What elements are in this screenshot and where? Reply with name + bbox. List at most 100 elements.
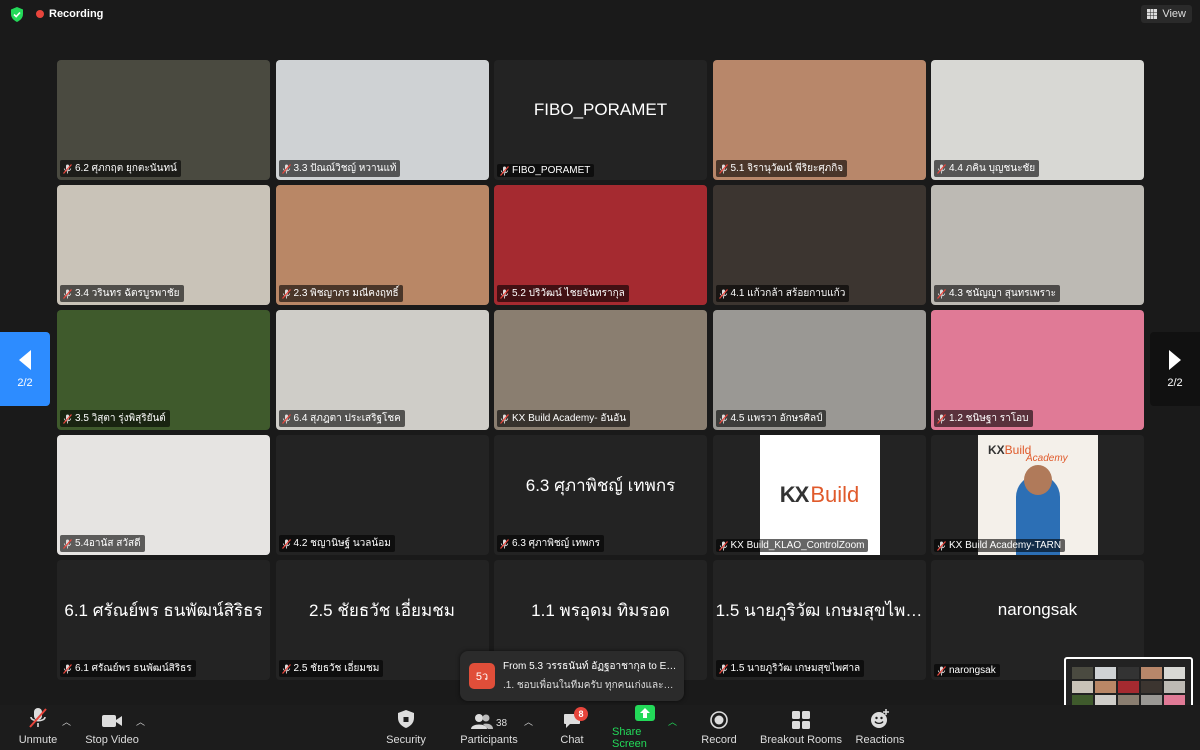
participant-tile[interactable]: FIBO_PORAMET FIBO_PORAMET [494,60,707,180]
muted-mic-icon [500,413,509,424]
audio-options-caret-icon[interactable]: ︿ [62,715,71,728]
participant-name-label: 4.1 แก้วกล้า สร้อยกาบแก้ว [730,288,846,299]
participant-name-label: 1.5 นายภูริวัฒ เกษมสุขไพศาล [730,663,861,674]
muted-mic-icon [500,165,509,176]
muted-mic-icon [718,540,728,551]
grid-view-icon [1147,9,1158,19]
participants-options-caret-icon[interactable]: ︿ [524,715,533,728]
participant-name-label: 5.4อานัส สวัสดี [75,538,141,549]
participant-tile[interactable]: KX Build KX Build_KLAO_ControlZoom [712,435,926,555]
muted-mic-icon [63,663,72,674]
participant-tile[interactable]: 4.4 ภคิน บุญชนะชัย [931,60,1144,180]
participant-tile[interactable]: 4.1 แก้วกล้า สร้อยกาบแก้ว [712,185,926,305]
participant-tile[interactable]: 5.4อานัส สวัสดี [57,435,270,555]
chat-notification-popup[interactable]: 5ว From 5.3 วรรธนันท์ อัฏฐอาชากุล to Ev.… [460,651,684,701]
recording-label: Recording [49,8,104,20]
muted-mic-icon [63,413,72,424]
prev-page-button[interactable]: 2/2 [0,332,50,406]
participant-tile[interactable]: 5.1 จิรานุวัฒน์ พีริยะศุภกิจ [712,60,926,180]
chat-button[interactable]: 8 Chat [556,705,588,750]
participant-name-label: 4.3 ชนัญญา สุนทรเพราะ [949,288,1057,299]
participant-tile[interactable]: KXBuild Academy KX Build Academy-TARN [931,435,1144,555]
participant-name-label: 2.5 ชัยธวัช เอี่ยมชม [293,663,380,674]
record-button[interactable]: Record [700,705,738,750]
participant-tile[interactable]: 2.3 พิชญาภร มณีคงฤทธิ์ [275,185,489,305]
muted-mic-icon [937,163,946,174]
participant-tile[interactable]: 5.2 ปริวัฒน์ ไชยจันทรากุล [494,185,707,305]
participant-name-label: KX Build Academy- อันอัน [512,413,627,424]
muted-mic-icon [500,288,509,299]
security-button[interactable]: Security [384,705,428,750]
share-screen-icon [635,705,655,721]
page-indicator-left: 2/2 [17,377,33,389]
participant-tile[interactable]: 3.3 ปัณณ์วิชญ์ หวานแท้ [275,60,489,180]
academy-script-text: Academy [1026,453,1068,464]
chat-notification-header: From 5.3 วรรธนันท์ อัฏฐอาชากุล to Ev... [503,661,678,672]
muted-mic-icon [281,163,291,174]
reactions-button[interactable]: Reactions [855,705,905,750]
participant-tile[interactable]: 6.4 สุภฎตา ประเสริฐโชค [275,310,489,430]
shield-check-icon[interactable] [10,7,24,22]
unmute-button[interactable]: Unmute [14,705,62,750]
video-grid: 6.2 ศุภกฤต ยุกตะนันทน์ 3.3 ปัณณ์วิชญ์ หวา… [57,60,1144,680]
participant-tile[interactable]: KX Build Academy- อันอัน [494,310,707,430]
participant-name-label: 6.1 ศรัณย์พร ธนพัฒน์สิริธร [75,663,192,674]
video-camera-icon [102,715,122,727]
participant-name-tag: 4.4 ภคิน บุญชนะชัย [934,160,1040,177]
next-page-button[interactable]: 2/2 [1150,332,1200,406]
muted-mic-icon [718,288,728,299]
participant-tile[interactable]: 3.4 วรินทร ฉัตรบูรพาชัย [57,185,270,305]
view-button[interactable]: View [1141,5,1192,23]
top-bar: Recording View [0,0,1200,28]
video-options-caret-icon[interactable]: ︿ [136,715,145,728]
participant-name-tag: KX Build Academy-TARN [934,539,1066,552]
participant-name-tag: 6.4 สุภฎตา ประเสริฐโชค [278,410,405,427]
participant-name-tag: 3.4 วรินทร ฉัตรบูรพาชัย [60,285,184,302]
participant-name-tag: 1.2 ชนิษฐา ราโอบ [934,410,1033,427]
share-options-caret-icon[interactable]: ︿ [668,715,677,728]
security-shield-icon [398,710,414,728]
participants-button[interactable]: 38 Participants [458,705,520,750]
participant-tile[interactable]: 6.1 ศรัณย์พร ธนพัฒน์สิริธร 6.1 ศรัณย์พร ธ… [57,560,270,680]
participant-name-tag: 4.5 แพรวา อักษรศิลป์ [715,410,827,427]
stop-video-button[interactable]: Stop Video [84,705,140,750]
thumbnail-tile [1141,681,1162,693]
muted-mic-icon [718,413,728,424]
participant-tile[interactable]: 4.3 ชนัญญา สุนทรเพราะ [931,185,1144,305]
muted-mic-icon [937,413,946,424]
participant-display-name: FIBO_PORAMET [533,100,668,119]
stop-video-label: Stop Video [85,734,139,746]
participant-tile[interactable]: 2.5 ชัยธวัช เอี่ยมชม 2.5 ชัยธวัช เอี่ยมชม [275,560,489,680]
kx-build-logo-card: KX Build [759,435,880,555]
thumbnail-tile [1118,667,1139,679]
muted-mic-icon [281,288,291,299]
participant-tile[interactable]: 4.5 แพรวา อักษรศิลป์ [712,310,926,430]
participant-name-label: 3.5 วิสุตา รุ่งพิสุริยันต์ [75,413,166,424]
participant-name-label: 3.4 วรินทร ฉัตรบูรพาชัย [75,288,180,299]
thumbnail-tile [1095,667,1116,679]
participant-name-tag: 5.4อานัส สวัสดี [60,535,145,552]
kx-academy-logo-text: KX [988,443,1005,457]
participant-name-label: 5.1 จิรานุวัฒน์ พีริยะศุภกิจ [730,163,844,174]
muted-mic-icon [718,663,728,674]
record-label: Record [701,734,737,746]
thumbnail-tile [1164,681,1185,693]
reactions-smiley-icon [871,709,889,728]
participant-tile[interactable]: 1.5 นายภูริวัฒ เกษมสุขไพ… 1.5 นายภูริวัฒ … [712,560,926,680]
participant-tile[interactable]: 6.3 ศุภาพิชญ์ เทพกร 6.3 ศุภาพิชญ์ เทพกร [494,435,707,555]
participant-name-label: KX Build_KLAO_ControlZoom [730,540,865,551]
thumbnail-tile [1118,681,1139,693]
participant-name-tag: 3.5 วิสุตา รุ่งพิสุริยันต์ [60,410,170,427]
breakout-rooms-button[interactable]: Breakout Rooms [760,705,842,750]
participant-tile[interactable]: 1.2 ชนิษฐา ราโอบ [931,310,1144,430]
participant-tile[interactable]: 3.5 วิสุตา รุ่งพิสุริยันต์ [57,310,270,430]
recording-indicator[interactable]: Recording [36,8,103,20]
participant-display-name: 6.3 ศุภาพิชญ์ เทพกร [525,475,676,495]
participant-name-tag: 6.1 ศรัณย์พร ธนพัฒน์สิริธร [60,660,196,677]
participant-name-tag: 5.1 จิรานุวัฒน์ พีริยะศุภกิจ [715,160,848,177]
participant-tile[interactable]: 4.2 ชญานิษฐ์ นวลน้อม [275,435,489,555]
participant-name-tag: 6.3 ศุภาพิชญ์ เทพกร [497,535,604,552]
participant-tile[interactable]: 6.2 ศุภกฤต ยุกตะนันทน์ [57,60,270,180]
muted-mic-icon [937,665,946,676]
participant-name-label: 2.3 พิชญาภร มณีคงฤทธิ์ [293,288,399,299]
